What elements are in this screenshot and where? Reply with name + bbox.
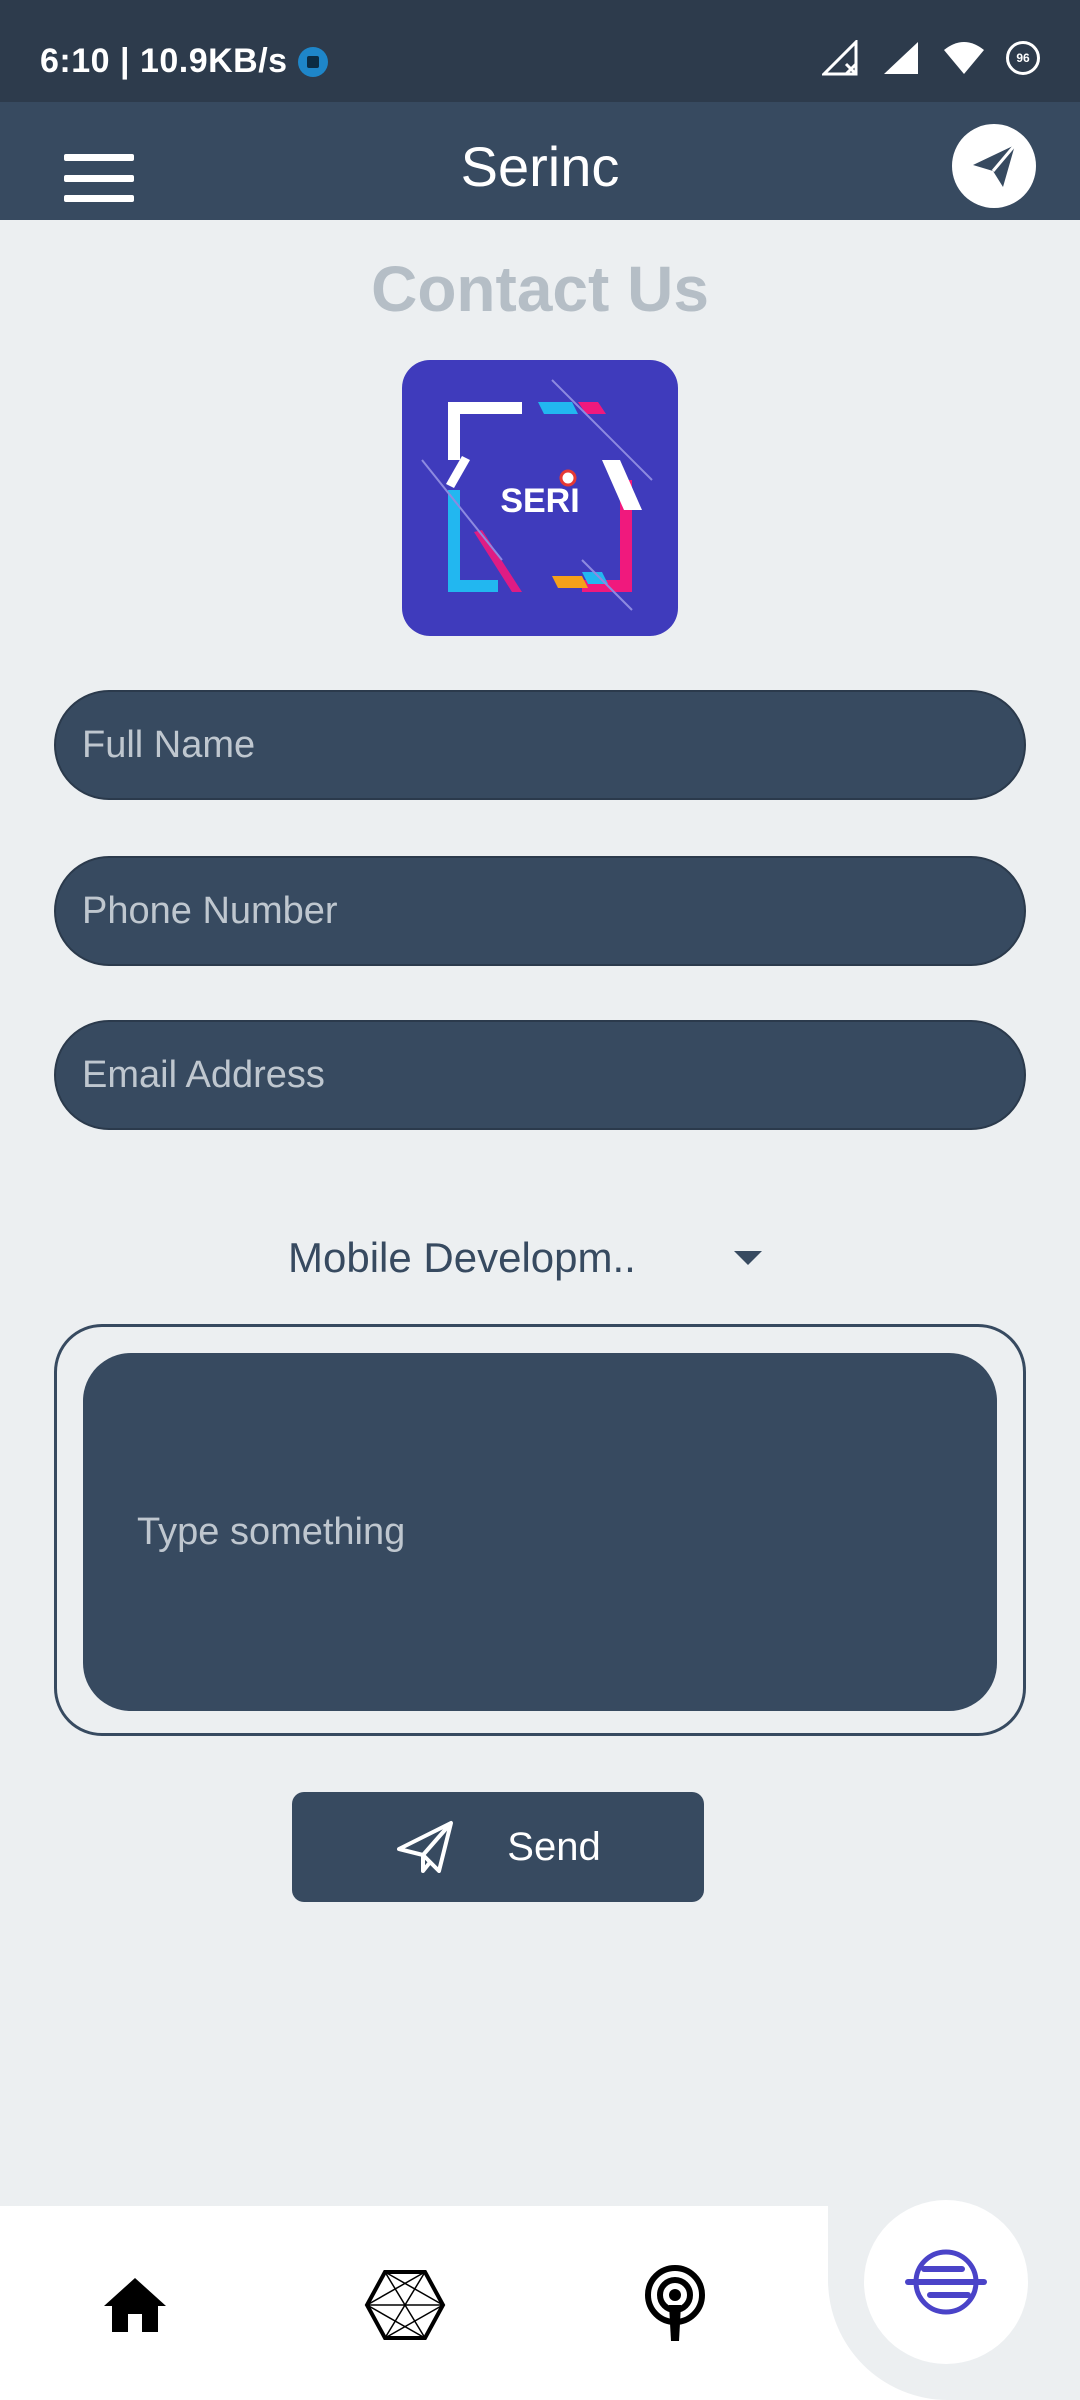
send-button[interactable]: Send [292,1792,704,1902]
signal-icon [884,42,918,74]
phone-number-placeholder: Phone Number [82,889,338,932]
status-bar: 6:10 | 10.9KB/s 96 [0,0,1080,102]
service-dropdown[interactable]: Mobile Developm.. [288,1226,768,1290]
full-name-placeholder: Full Name [82,723,256,766]
logo-graphic: SERI [421,379,653,611]
home-icon[interactable] [90,2260,180,2350]
battery-icon: 96 [1006,41,1040,75]
hexagon-network-icon[interactable] [360,2260,450,2350]
signal-no-sim-icon [822,40,858,76]
full-name-field[interactable]: Full Name [54,690,1026,800]
paper-plane-icon[interactable] [952,124,1036,208]
chevron-down-icon [734,1251,762,1265]
status-time: 6:10 | 10.9KB/s [40,42,328,81]
status-icons: 96 [822,40,1040,76]
wifi-icon [944,42,984,74]
podcast-icon[interactable] [630,2260,720,2350]
app-notification-icon [297,46,328,77]
paper-plane-icon [397,1821,454,1873]
email-address-placeholder: Email Address [82,1053,325,1096]
logo-text: SERI [500,482,579,520]
seri-logo: SERI [402,360,678,636]
phone-number-field[interactable]: Phone Number [54,856,1026,966]
status-time-text: 6:10 | 10.9KB/s [40,42,288,80]
email-address-field[interactable]: Email Address [54,1020,1026,1130]
app-bar: Serinc [0,102,1080,220]
battery-level: 96 [1016,51,1030,65]
send-button-label: Send [507,1824,601,1869]
page-title: Contact Us [371,253,709,325]
app-title: Serinc [460,135,620,198]
message-placeholder: Type something [137,1510,406,1553]
message-textarea[interactable]: Type something [83,1353,997,1711]
serinc-logo-icon[interactable] [864,2200,1028,2364]
message-frame: Type something [54,1324,1026,1736]
service-selected-value: Mobile Developm.. [288,1234,636,1281]
